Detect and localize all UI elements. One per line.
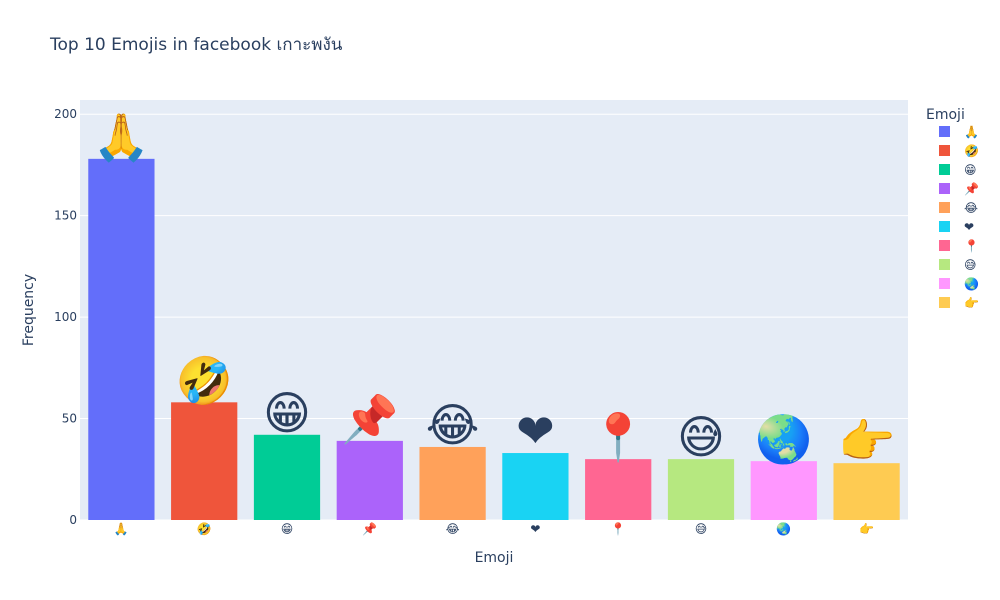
y-tick-label: 200 [54, 107, 77, 121]
bar[interactable] [419, 446, 486, 520]
legend-item[interactable]: 👉 [939, 296, 979, 310]
bar[interactable] [833, 463, 900, 520]
y-tick-label: 150 [54, 209, 77, 223]
legend-swatch [939, 202, 950, 213]
bar-text-label: 🤣 [174, 353, 233, 409]
legend-label: 😅 [964, 258, 977, 272]
x-tick-label: 😅 [695, 522, 708, 536]
legend-label: 👉 [964, 296, 979, 310]
legend-swatch [939, 240, 950, 251]
bar-chart: 🙏 🤣 😁 📌 😂 ❤ 📍 😅 🌏 👉 0 50 100 150 200 🙏 🤣 😁 📌 😂 ❤ 📍 😅 🌏 👉 Top 1… [21, 35, 979, 566]
legend-swatch [939, 126, 950, 137]
bar[interactable] [585, 459, 652, 520]
bar[interactable] [750, 461, 817, 520]
y-axis-title: Frequency [21, 274, 37, 346]
x-axis-ticks: 🙏 🤣 😁 📌 😂 ❤ 📍 😅 🌏 👉 [114, 521, 874, 537]
legend-label: 📍 [964, 239, 979, 253]
bar[interactable] [88, 158, 155, 520]
bar-text-label: 👉 [838, 414, 895, 468]
bar[interactable] [667, 459, 735, 520]
x-tick-label: ❤ [530, 522, 540, 536]
bar-text-label: 😅 [677, 410, 725, 464]
bar[interactable] [171, 402, 238, 520]
legend-swatch [939, 145, 950, 156]
bar-text-label: 😂 [426, 398, 480, 452]
bar[interactable] [336, 440, 403, 520]
bar-text-label: 📍 [590, 410, 647, 464]
legend-item[interactable]: 📌 [939, 181, 979, 196]
legend-item[interactable]: 😂 [939, 201, 978, 215]
legend-swatch [939, 183, 950, 194]
x-tick-label: 😂 [446, 522, 460, 536]
legend-swatch [939, 278, 950, 289]
legend: Emoji 🙏 🤣 😁 📌 😂 ❤ 📍 😅 🌏 👉 [926, 107, 979, 310]
legend-title: Emoji [926, 107, 965, 123]
legend-item[interactable]: 🙏 [939, 125, 979, 139]
y-axis-ticks: 0 50 100 150 200 [54, 107, 77, 527]
legend-label: 😂 [964, 201, 978, 215]
y-tick-label: 50 [62, 412, 77, 426]
x-tick-label: 🌏 [776, 522, 791, 536]
legend-item[interactable]: 😅 [939, 258, 977, 272]
legend-label: 🤣 [963, 144, 979, 159]
legend-item[interactable]: 📍 [939, 239, 979, 253]
x-tick-label: 🙏 [114, 522, 129, 536]
legend-label: 😁 [964, 163, 977, 177]
chart-title: Top 10 Emojis in facebook เกาะพงัน [49, 35, 343, 55]
legend-item[interactable]: ❤ [939, 220, 974, 234]
bar-text-label: 🌏 [755, 412, 812, 466]
bar-text-label: 😁 [263, 386, 311, 440]
legend-item[interactable]: 🤣 [939, 144, 979, 159]
legend-swatch [939, 221, 950, 232]
legend-label: 📌 [964, 181, 979, 196]
legend-swatch [939, 164, 950, 175]
bar-text-label: 📌 [341, 391, 398, 446]
legend-label: 🌏 [964, 277, 979, 291]
x-tick-label: 🤣 [196, 522, 212, 537]
x-tick-label: 😁 [281, 522, 294, 536]
legend-swatch [939, 297, 950, 308]
legend-label: ❤ [964, 220, 974, 234]
x-tick-label: 📍 [611, 522, 626, 536]
bar-text-label: 🙏 [93, 110, 150, 164]
bar[interactable] [253, 434, 321, 520]
legend-label: 🙏 [964, 125, 979, 139]
x-axis-title: Emoji [475, 550, 514, 566]
x-tick-label: 👉 [859, 522, 874, 536]
bar-text-label: ❤ [516, 404, 555, 458]
x-tick-label: 📌 [362, 521, 377, 536]
legend-item[interactable]: 😁 [939, 163, 977, 177]
legend-item[interactable]: 🌏 [939, 277, 979, 291]
bar[interactable] [502, 453, 569, 520]
y-tick-label: 0 [69, 513, 77, 527]
legend-swatch [939, 259, 950, 270]
y-tick-label: 100 [54, 310, 77, 324]
